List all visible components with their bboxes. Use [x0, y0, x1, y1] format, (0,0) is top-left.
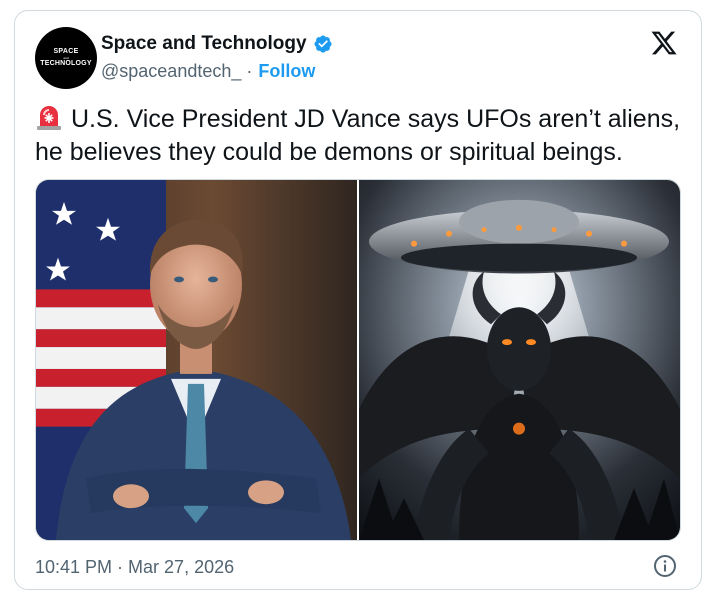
- avatar-text-bottom: TECHNOLOGY: [40, 60, 92, 67]
- author-handle[interactable]: @spaceandtech_: [101, 61, 241, 82]
- tweet-text: U.S. Vice President JD Vance says UFOs a…: [35, 103, 685, 169]
- avatar-text-mid: and: [63, 56, 69, 60]
- tweet-text-line2: he believes they could be demons or spir…: [35, 138, 623, 166]
- media-grid: [35, 179, 681, 541]
- timestamp[interactable]: 10:41 PM · Mar 27, 2026: [35, 557, 234, 578]
- avatar[interactable]: SPACE and TECHNOLOGY: [35, 27, 97, 89]
- author-name-row: Space and Technology: [101, 33, 333, 55]
- media-image-ufo-demon[interactable]: [359, 180, 680, 540]
- avatar-text-top: SPACE: [53, 48, 79, 55]
- siren-icon: [37, 106, 61, 130]
- tweet-text-line1: U.S. Vice President JD Vance says UFOs a…: [71, 105, 681, 133]
- author-name[interactable]: Space and Technology: [101, 33, 307, 55]
- separator-dot: ·: [246, 61, 253, 81]
- x-logo-icon[interactable]: [649, 29, 679, 57]
- author-handle-row: @spaceandtech_ · Follow: [101, 61, 315, 82]
- info-icon[interactable]: [653, 554, 677, 578]
- follow-link[interactable]: Follow: [258, 61, 315, 82]
- media-image-portrait[interactable]: [36, 180, 357, 540]
- tweet-card: SPACE and TECHNOLOGY Space and Technolog…: [14, 10, 702, 590]
- verified-badge-icon: [313, 35, 332, 53]
